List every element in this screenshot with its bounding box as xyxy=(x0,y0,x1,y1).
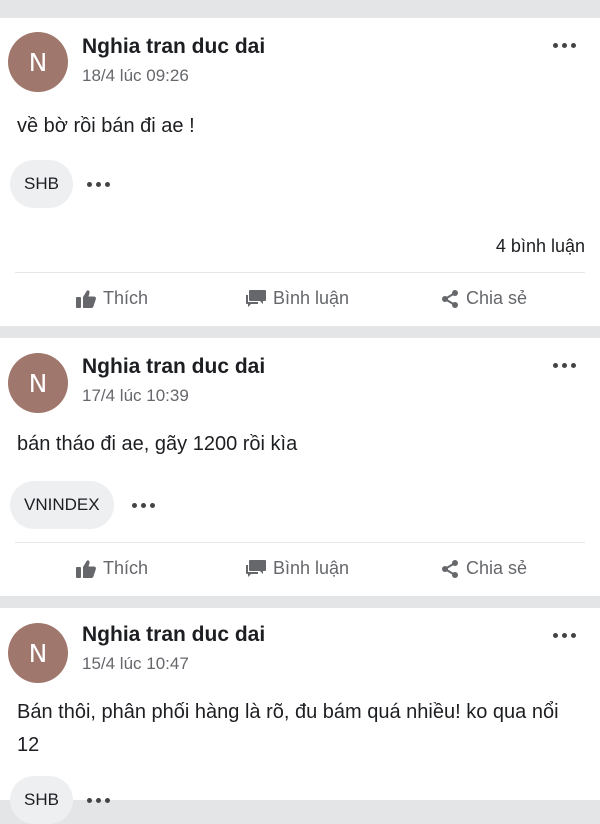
stock-tag[interactable]: VNINDEX xyxy=(10,481,114,529)
post-timestamp[interactable]: 18/4 lúc 09:26 xyxy=(82,66,189,86)
comment-button[interactable]: Bình luận xyxy=(245,558,349,579)
post-author[interactable]: Nghia tran duc dai xyxy=(82,355,265,379)
comment-icon xyxy=(246,289,266,307)
like-button[interactable]: Thích xyxy=(75,288,148,309)
post-author[interactable]: Nghia tran duc dai xyxy=(82,35,265,59)
post-content: bán tháo đi ae, gãy 1200 rồi kìa xyxy=(17,433,298,455)
share-button[interactable]: Chia sẻ xyxy=(440,558,527,579)
avatar[interactable]: N xyxy=(8,353,68,413)
divider xyxy=(15,272,585,273)
tag-more-icon[interactable] xyxy=(83,178,114,191)
like-icon xyxy=(76,559,96,578)
post-card: N Nghia tran duc dai 18/4 lúc 09:26 về b… xyxy=(0,18,600,326)
comment-count[interactable]: 4 bình luận xyxy=(496,236,585,257)
divider xyxy=(15,542,585,543)
tag-more-icon[interactable] xyxy=(128,499,159,512)
share-button[interactable]: Chia sẻ xyxy=(440,288,527,309)
share-icon xyxy=(442,289,458,308)
avatar[interactable]: N xyxy=(8,623,68,683)
post-timestamp[interactable]: 17/4 lúc 10:39 xyxy=(82,386,189,406)
tag-more-icon[interactable] xyxy=(83,794,114,807)
more-icon[interactable] xyxy=(549,39,580,52)
like-button[interactable]: Thích xyxy=(75,558,148,579)
comment-icon xyxy=(246,559,266,577)
like-label: Thích xyxy=(103,558,149,578)
stock-tag[interactable]: SHB xyxy=(10,776,73,824)
like-icon xyxy=(76,289,96,308)
post-content: về bờ rồi bán đi ae ! xyxy=(17,115,195,137)
post-content: Bán thôi, phân phối hàng là rõ, đu bám q… xyxy=(17,701,559,756)
comment-label: Bình luận xyxy=(273,558,350,578)
post-author[interactable]: Nghia tran duc dai xyxy=(82,623,265,647)
post-card: N Nghia tran duc dai 17/4 lúc 10:39 bán … xyxy=(0,338,600,596)
share-label: Chia sẻ xyxy=(466,288,528,308)
post-timestamp[interactable]: 15/4 lúc 10:47 xyxy=(82,654,189,674)
comment-button[interactable]: Bình luận xyxy=(245,288,349,309)
stock-tag[interactable]: SHB xyxy=(10,160,73,208)
post-card: N Nghia tran duc dai 15/4 lúc 10:47 Bán … xyxy=(0,608,600,824)
avatar[interactable]: N xyxy=(8,32,68,92)
share-label: Chia sẻ xyxy=(466,558,528,578)
like-label: Thích xyxy=(103,288,149,308)
more-icon[interactable] xyxy=(549,629,580,642)
more-icon[interactable] xyxy=(549,359,580,372)
share-icon xyxy=(442,559,458,578)
comment-label: Bình luận xyxy=(273,288,350,308)
